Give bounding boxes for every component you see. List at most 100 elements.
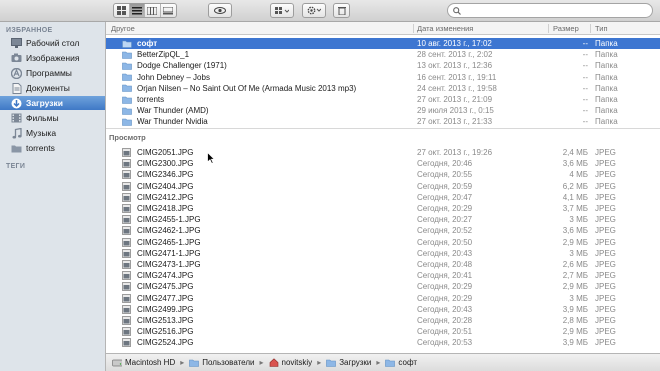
file-name-label: CIMG2475.JPG xyxy=(137,282,194,292)
action-button[interactable] xyxy=(302,3,326,18)
table-row[interactable]: Dodge Challenger (1971) 13 окт. 2013 г., … xyxy=(106,60,660,71)
table-row[interactable]: CIMG2477.JPG Сегодня, 20:29 3 МБ JPEG xyxy=(106,293,660,304)
file-date: 13 окт. 2013 г., 12:36 xyxy=(417,61,493,71)
sidebar-item-torrents[interactable]: torrents xyxy=(0,141,105,155)
table-row[interactable]: CIMG2516.JPG Сегодня, 20:51 2,9 МБ JPEG xyxy=(106,326,660,337)
path-crumb[interactable]: Загрузки xyxy=(326,358,371,367)
image-file-icon xyxy=(122,181,132,191)
sidebar-item-movies[interactable]: Фильмы xyxy=(0,111,105,125)
column-header-size[interactable]: Размер xyxy=(553,24,579,33)
file-date: 10 авг. 2013 г., 17:02 xyxy=(417,39,492,48)
file-date: Сегодня, 20:47 xyxy=(417,192,473,202)
file-kind: JPEG xyxy=(595,327,616,337)
file-name: Dodge Challenger (1971) xyxy=(122,61,227,70)
sidebar-item-pictures[interactable]: Изображения xyxy=(0,51,105,65)
file-name: CIMG2462-1.JPG xyxy=(122,226,201,235)
table-row[interactable]: Orjan Nilsen – No Saint Out Of Me (Armad… xyxy=(106,83,660,94)
file-name: CIMG2455-1.JPG xyxy=(122,215,201,224)
table-row[interactable]: CIMG2462-1.JPG Сегодня, 20:52 3,6 МБ JPEG xyxy=(106,225,660,236)
file-size: 3,7 МБ xyxy=(562,204,588,213)
file-kind: Папка xyxy=(595,61,618,71)
file-name-label: Dodge Challenger (1971) xyxy=(137,61,227,71)
list-view-button[interactable] xyxy=(129,4,146,17)
table-row[interactable]: CIMG2418.JPG Сегодня, 20:29 3,7 МБ JPEG xyxy=(106,203,660,214)
table-row[interactable]: CIMG2513.JPG Сегодня, 20:28 2,8 МБ JPEG xyxy=(106,315,660,326)
table-row[interactable]: CIMG2300.JPG Сегодня, 20:46 3,6 МБ JPEG xyxy=(106,158,660,169)
folder-icon xyxy=(122,39,132,48)
search-field[interactable] xyxy=(447,3,653,18)
table-row[interactable]: BetterZipQL_1 28 сент. 2013 г., 2:02 -- Пап… xyxy=(106,49,660,60)
file-size: 2,9 МБ xyxy=(562,282,588,292)
folder-icon xyxy=(122,95,132,104)
table-row[interactable]: CIMG2524.JPG Сегодня, 20:53 3,9 МБ JPEG xyxy=(106,337,660,348)
file-name: CIMG2412.JPG xyxy=(122,193,193,202)
file-size: -- xyxy=(582,106,588,116)
file-kind: Папка xyxy=(595,72,618,82)
sidebar-item-documents[interactable]: Документы xyxy=(0,81,105,95)
table-row[interactable]: CIMG2412.JPG Сегодня, 20:47 4,1 МБ JPEG xyxy=(106,192,660,203)
file-name-label: Orjan Nilsen – No Saint Out Of Me (Armad… xyxy=(137,83,357,93)
quick-look-button[interactable] xyxy=(208,3,232,18)
table-row[interactable]: CIMG2051.JPG 27 окт. 2013 г., 19:26 2,4 МБ… xyxy=(106,147,660,158)
column-view-icon xyxy=(147,6,158,15)
table-row[interactable]: CIMG2346.JPG Сегодня, 20:55 4 МБ JPEG xyxy=(106,169,660,180)
column-header-date[interactable]: Дата изменения xyxy=(417,24,473,33)
file-name: John Debney – Jobs xyxy=(122,73,210,82)
file-name-label: CIMG2513.JPG xyxy=(137,316,194,325)
table-row[interactable]: CIMG2471-1.JPG Сегодня, 20:43 3 МБ JPEG xyxy=(106,248,660,259)
table-row[interactable]: War Thunder Nvidia 27 окт. 2013 г., 21:33… xyxy=(106,116,660,127)
file-date: 29 июля 2013 г., 0:15 xyxy=(417,106,494,116)
column-header-name[interactable]: Другое xyxy=(111,24,135,33)
table-row[interactable]: torrents 27 окт. 2013 г., 21:09 -- Папка xyxy=(106,94,660,105)
folder-icon xyxy=(122,50,132,59)
file-kind: JPEG xyxy=(595,293,616,303)
table-row[interactable]: John Debney – Jobs 16 сент. 2013 г., 19:1… xyxy=(106,72,660,83)
path-crumb[interactable]: Macintosh HD xyxy=(112,358,175,367)
table-row[interactable]: CIMG2404.JPG Сегодня, 20:59 6,2 МБ JPEG xyxy=(106,181,660,192)
table-row[interactable]: CIMG2465-1.JPG Сегодня, 20:50 2,9 МБ JPEG xyxy=(106,237,660,248)
trash-button[interactable] xyxy=(333,3,350,18)
path-crumb[interactable]: Пользователи xyxy=(189,358,254,367)
table-row[interactable]: CIMG2499.JPG Сегодня, 20:43 3,9 МБ JPEG xyxy=(106,304,660,315)
table-row[interactable]: CIMG2455-1.JPG Сегодня, 20:27 3 МБ JPEG xyxy=(106,214,660,225)
path-crumb[interactable]: софт xyxy=(385,358,417,367)
arrange-button[interactable] xyxy=(270,3,294,18)
file-size: 3 МБ xyxy=(569,293,588,303)
sidebar-item-desktop[interactable]: Рабочий стол xyxy=(0,36,105,50)
search-input[interactable] xyxy=(464,5,648,16)
table-row[interactable]: War Thunder (AMD) 29 июля 2013 г., 0:15 --… xyxy=(106,105,660,116)
table-row[interactable]: CIMG2473-1.JPG Сегодня, 20:48 2,6 МБ JPEG xyxy=(106,259,660,270)
table-row[interactable]: CIMG2474.JPG Сегодня, 20:41 2,7 МБ JPEG xyxy=(106,270,660,281)
column-header-kind[interactable]: Тип xyxy=(595,24,608,33)
sidebar-item-label: Рабочий стол xyxy=(26,38,80,48)
file-date: Сегодня, 20:53 xyxy=(417,338,473,348)
file-name-label: CIMG2499.JPG xyxy=(137,304,194,314)
table-row[interactable]: софт 10 авг. 2013 г., 17:02 -- Папка xyxy=(106,38,660,49)
path-crumb[interactable]: novitskiy xyxy=(269,358,312,367)
file-size: -- xyxy=(582,117,588,127)
sidebar-item-applications[interactable]: Программы xyxy=(0,66,105,80)
path-crumb-label: Macintosh HD xyxy=(125,358,176,367)
sidebar-item-music[interactable]: Музыка xyxy=(0,126,105,140)
icon-view-button[interactable] xyxy=(114,4,130,17)
file-kind: JPEG xyxy=(595,192,616,202)
table-row[interactable]: CIMG2475.JPG Сегодня, 20:29 2,9 МБ JPEG xyxy=(106,281,660,292)
favorites-header: ИЗБРАННОЕ xyxy=(6,27,53,34)
sidebar-item-label: Изображения xyxy=(26,53,80,63)
file-size: 2,9 МБ xyxy=(562,327,588,337)
icon-view-icon xyxy=(116,6,126,15)
column-view-button[interactable] xyxy=(145,4,161,17)
cover-flow-view-button[interactable] xyxy=(161,4,176,17)
file-kind: Папка xyxy=(595,83,618,93)
file-name: CIMG2475.JPG xyxy=(122,282,193,291)
file-date: 24 сент. 2013 г., 19:58 xyxy=(417,83,497,93)
file-name-label: CIMG2474.JPG xyxy=(137,271,194,281)
image-file-icon xyxy=(122,215,132,225)
sidebar-item-downloads[interactable]: Загрузки xyxy=(0,96,105,110)
sidebar: ИЗБРАННОЕ Рабочий стол Изображения Прогр… xyxy=(0,22,106,371)
image-file-icon xyxy=(122,316,132,325)
folder-icon xyxy=(189,358,200,367)
column-header-row: Другое Дата изменения Размер Тип xyxy=(106,22,660,35)
file-date: 27 окт. 2013 г., 21:09 xyxy=(417,95,493,104)
file-size: 2,6 МБ xyxy=(562,260,588,269)
